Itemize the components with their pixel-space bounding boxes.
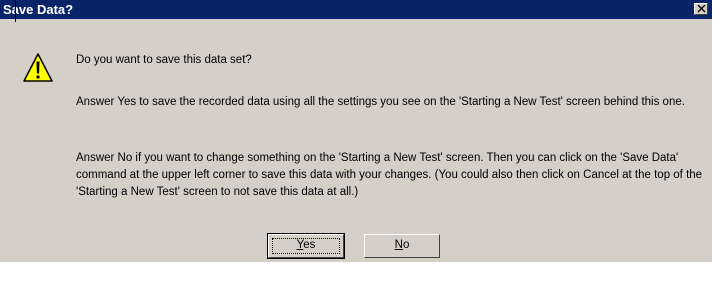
focus-rectangle — [272, 238, 340, 254]
save-data-dialog: Save Data? Do you want to save this data… — [0, 0, 712, 262]
no-explanation: Answer No if you want to change somethin… — [76, 152, 703, 198]
no-button[interactable]: No — [364, 234, 440, 258]
dialog-title: Save Data? — [3, 2, 74, 17]
yes-explanation: Answer Yes to save the recorded data usi… — [76, 96, 685, 108]
close-button[interactable] — [694, 3, 708, 15]
no-mnemonic: N — [394, 239, 403, 251]
text-cursor — [15, 0, 16, 22]
warning-icon — [23, 53, 53, 82]
no-label-rest: o — [402, 239, 410, 251]
yes-button[interactable]: Yes — [267, 233, 345, 259]
close-icon — [697, 5, 706, 13]
title-bar[interactable]: Save Data? — [0, 0, 712, 19]
dialog-question: Do you want to save this data set? — [76, 54, 252, 66]
